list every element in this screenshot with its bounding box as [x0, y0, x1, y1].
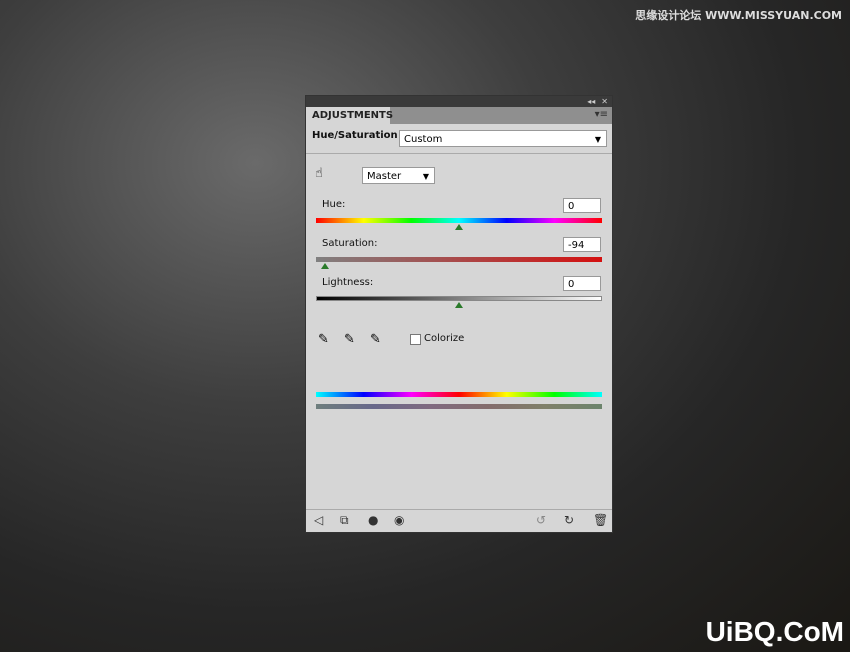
saturation-label: Saturation: [322, 238, 378, 249]
tab-adjustments[interactable]: ADJUSTMENTS [306, 107, 393, 124]
close-icon[interactable]: ✕ [601, 96, 608, 107]
view-previous-icon[interactable]: ● [368, 513, 378, 527]
lightness-label: Lightness: [322, 277, 374, 288]
collapse-icon[interactable]: ◂◂ [587, 96, 595, 107]
eyedropper-minus-icon[interactable]: ✎ [370, 332, 381, 347]
watermark: 思缘设计论坛 WWW.MISSYUAN.COM [635, 9, 842, 22]
previous-state-icon[interactable]: ↺ [536, 513, 546, 527]
preset-select[interactable]: Custom ▼ [399, 130, 607, 147]
eyedropper-icon[interactable]: ✎ [318, 332, 329, 347]
visibility-eye-icon[interactable]: ◉ [394, 513, 404, 527]
panel-menu-icon[interactable]: ▾≡ [595, 109, 608, 120]
saturation-slider-thumb[interactable] [320, 263, 329, 269]
lightness-slider[interactable] [316, 296, 602, 301]
trash-icon[interactable]: 🗑 [593, 513, 608, 527]
colorize-label: Colorize [424, 333, 465, 344]
output-color-bar [316, 404, 602, 409]
adjustment-title: Hue/Saturation [312, 130, 398, 141]
targeted-adjustment-hand-icon[interactable]: ☝ [315, 166, 323, 181]
clip-to-layer-icon[interactable]: ⧉ [340, 513, 349, 528]
colorize-checkbox[interactable] [410, 334, 421, 345]
chevron-down-icon: ▼ [594, 135, 601, 144]
reset-icon[interactable]: ↻ [564, 513, 574, 527]
hue-input[interactable]: 0 [563, 198, 601, 213]
saturation-slider[interactable] [316, 257, 602, 262]
lightness-slider-thumb[interactable] [455, 302, 463, 308]
adjustments-panel: ◂◂ ✕ ADJUSTMENTS ▾≡ Hue/Saturation Custom ▼… [305, 95, 613, 533]
saturation-input[interactable]: -94 [563, 237, 601, 252]
input-color-bar [316, 392, 602, 397]
lightness-input[interactable]: 0 [563, 276, 601, 291]
eyedropper-plus-icon[interactable]: ✎ [344, 332, 355, 347]
channel-select[interactable]: Master ▼ [362, 167, 435, 184]
back-arrow-icon[interactable]: ◁ [314, 513, 323, 527]
hue-label: Hue: [322, 199, 346, 210]
chevron-down-icon: ▼ [422, 172, 429, 181]
hue-slider-thumb[interactable] [455, 224, 463, 230]
hue-slider[interactable] [316, 218, 602, 223]
logo: UiBQ.CoM [705, 616, 844, 647]
